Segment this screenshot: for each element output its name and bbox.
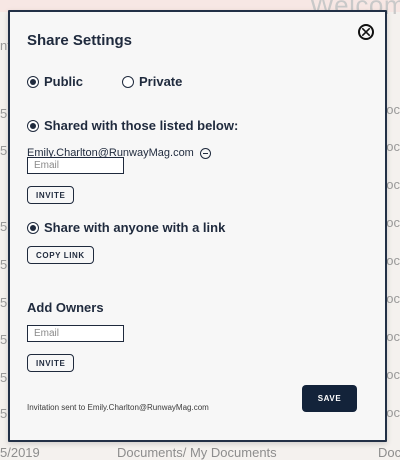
- radio-private-label: Private: [139, 74, 183, 89]
- background-right-text: oc: [386, 329, 400, 344]
- background-right-column: oc oc oc oc oc oc oc oc oc: [386, 0, 400, 460]
- background-right-text: oc: [386, 102, 400, 117]
- invite-button[interactable]: INVITE: [27, 186, 75, 204]
- copy-link-button[interactable]: COPY LINK: [27, 246, 94, 264]
- background-left-text: 5: [0, 219, 8, 234]
- radio-private-icon: [122, 75, 134, 88]
- radio-shared-listed-icon: [27, 119, 39, 132]
- background-left-text: 5: [0, 257, 8, 272]
- background-right-footer: Doc: [378, 445, 400, 460]
- radio-share-link[interactable]: Share with anyone with a link: [27, 220, 225, 235]
- email-field[interactable]: [27, 157, 124, 174]
- radio-public-icon: [27, 75, 39, 88]
- background-right-text: oc: [386, 405, 400, 420]
- background-left-text: 5: [0, 295, 8, 310]
- background-right-text: oc: [386, 215, 400, 230]
- close-icon: [362, 28, 370, 36]
- background-left-text: 5: [0, 332, 8, 347]
- owners-email-field[interactable]: [27, 325, 124, 342]
- modal-title: Share Settings: [27, 32, 133, 49]
- remove-user-icon[interactable]: [199, 147, 211, 159]
- background-left-text: 5: [0, 406, 8, 421]
- add-owners-heading: Add Owners: [27, 300, 104, 315]
- background-right-text: oc: [386, 139, 400, 154]
- close-button[interactable]: [358, 24, 374, 40]
- radio-share-link-icon: [27, 221, 39, 234]
- share-settings-modal: Share Settings Public Private Shared wit…: [8, 10, 387, 442]
- owners-invite-button[interactable]: INVITE: [27, 354, 75, 372]
- background-left-text: 5: [0, 370, 8, 385]
- background-right-text: oc: [386, 291, 400, 306]
- background-date: 5/2019: [0, 445, 40, 460]
- radio-private[interactable]: Private: [122, 74, 182, 89]
- invitation-sent-note: Invitation sent to Emily.Charlton@Runway…: [27, 403, 209, 412]
- radio-public-label: Public: [44, 74, 84, 89]
- share-link-label: Share with anyone with a link: [44, 220, 226, 235]
- background-right-text: oc: [386, 177, 400, 192]
- background-right-text: oc: [386, 253, 400, 268]
- shared-listed-label: Shared with those listed below:: [44, 118, 239, 133]
- radio-shared-listed[interactable]: Shared with those listed below:: [27, 118, 238, 133]
- save-button[interactable]: SAVE: [302, 385, 357, 412]
- background-left-text: 5: [0, 106, 8, 121]
- background-left-text: 5: [0, 143, 8, 158]
- background-path: Documents/ My Documents: [117, 445, 277, 460]
- background-footer: 5/2019 Documents/ My Documents Doc: [0, 444, 400, 460]
- background-right-text: oc: [386, 367, 400, 382]
- radio-public[interactable]: Public: [27, 74, 83, 89]
